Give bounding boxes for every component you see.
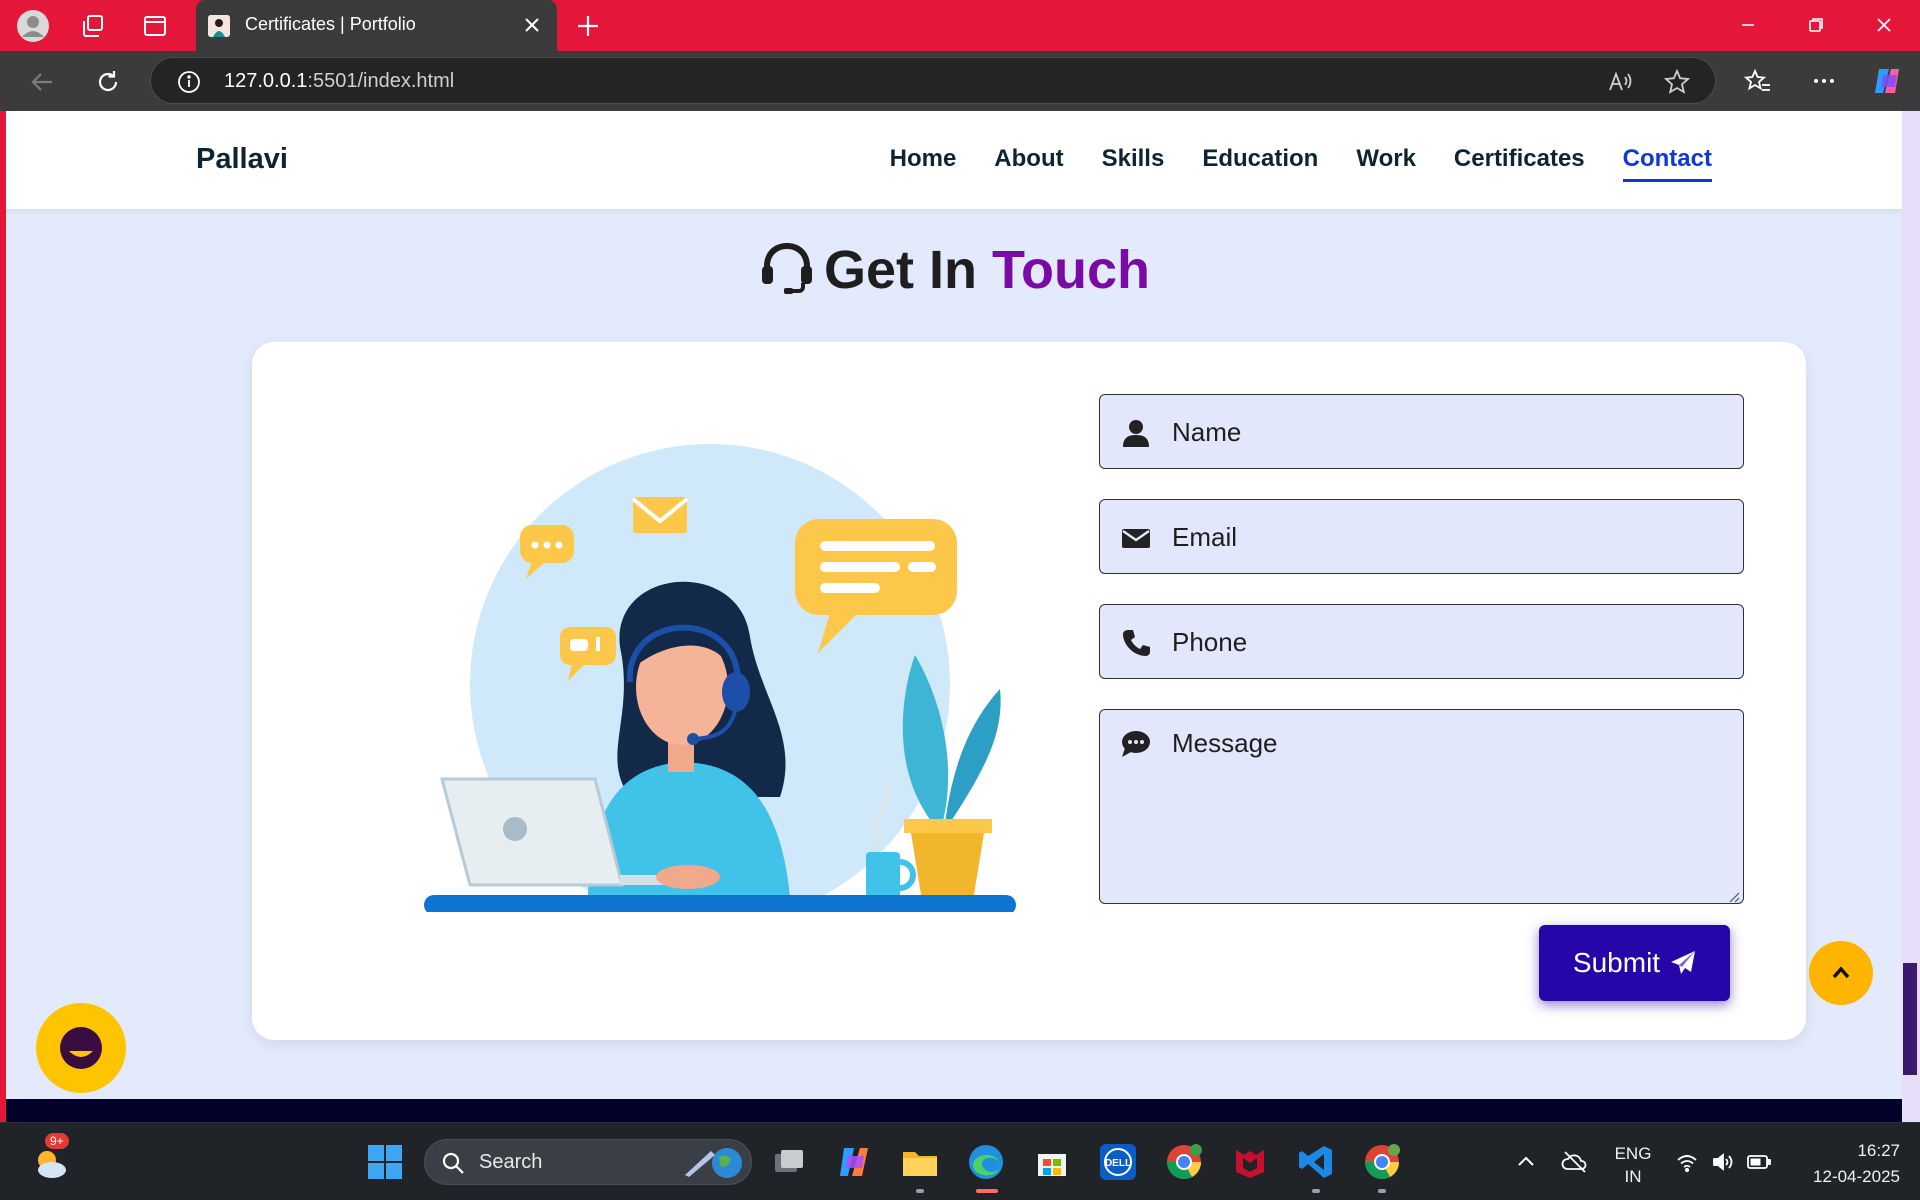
phone-placeholder: Phone [1172, 627, 1248, 657]
section-heading: Get In Touch [6, 239, 1902, 303]
favorite-star-icon[interactable] [1663, 68, 1691, 96]
nav-work[interactable]: Work [1356, 145, 1416, 182]
envelope-icon [1120, 522, 1152, 554]
site-nav: Home About Skills Education Work Certifi… [890, 145, 1712, 182]
message-field[interactable]: Message [1099, 709, 1744, 904]
nav-contact[interactable]: Contact [1622, 145, 1712, 182]
chrome-profile-k-icon[interactable] [1162, 1140, 1206, 1184]
running-indicator [1312, 1189, 1320, 1193]
taskbar-search[interactable]: Search [424, 1139, 752, 1185]
chrome-profile-p-icon[interactable] [1360, 1140, 1404, 1184]
onedrive-offline-icon[interactable] [1553, 1140, 1597, 1184]
phone-icon [1120, 627, 1152, 659]
site-info-icon[interactable] [176, 69, 202, 95]
restore-icon[interactable] [1788, 8, 1844, 42]
submit-label: Submit [1572, 947, 1661, 978]
url-text: 127.0.0.1:5501/index.html [224, 70, 455, 92]
comment-dots-icon [1120, 728, 1152, 760]
email-placeholder: Email [1172, 522, 1238, 552]
site-header: Pallavi Home About Skills Education Work… [6, 111, 1902, 209]
read-aloud-icon[interactable] [1606, 68, 1634, 96]
paper-plane-icon [1671, 951, 1696, 974]
name-placeholder: Name [1172, 417, 1242, 447]
site-brand[interactable]: Pallavi [196, 143, 288, 176]
message-placeholder: Message [1172, 728, 1278, 758]
microsoft-store-icon[interactable] [1030, 1140, 1074, 1184]
dell-icon[interactable]: DELL [1096, 1140, 1140, 1184]
favorites-icon[interactable] [1741, 64, 1775, 98]
task-view-icon[interactable] [767, 1140, 811, 1184]
windows-start-icon[interactable] [363, 1140, 407, 1184]
scroll-to-top-button[interactable] [1809, 941, 1873, 1005]
browser-tab-bar: Certificates | Portfolio [0, 0, 1920, 51]
file-explorer-icon[interactable] [898, 1140, 942, 1184]
scrollbar-thumb[interactable] [1903, 963, 1917, 1075]
running-indicator [916, 1189, 924, 1193]
show-hidden-icons-chevron-up-icon[interactable] [1504, 1140, 1548, 1184]
svg-text:DELL: DELL [1105, 1158, 1131, 1169]
battery-icon[interactable] [1737, 1140, 1781, 1184]
headset-icon [758, 239, 816, 297]
more-options-icon[interactable] [1807, 64, 1841, 98]
language-bottom[interactable]: IN [1612, 1167, 1654, 1187]
edge-browser-icon[interactable] [964, 1140, 1008, 1184]
phone-field[interactable]: Phone [1099, 604, 1744, 679]
refresh-icon[interactable] [90, 64, 126, 100]
close-window-icon[interactable] [1856, 8, 1912, 42]
support-agent-illustration [424, 444, 1016, 912]
chatbot-launcher[interactable] [36, 1003, 126, 1093]
chat-face-icon [60, 1027, 102, 1069]
back-arrow-icon[interactable] [24, 64, 60, 100]
submit-button[interactable]: Submit [1539, 925, 1730, 1001]
running-indicator [1378, 1189, 1386, 1193]
search-placeholder: Search [479, 1151, 543, 1173]
heading-highlight: Touch [992, 240, 1150, 300]
copilot-taskbar-icon[interactable] [832, 1140, 876, 1184]
clock-time[interactable]: 16:27 [1790, 1141, 1900, 1161]
close-tab-icon[interactable] [519, 12, 545, 38]
heading-plain: Get In [824, 240, 978, 300]
nav-certificates[interactable]: Certificates [1454, 145, 1585, 182]
contact-card: Name Email Phone Message Submit [252, 342, 1806, 1040]
tab-actions-icon[interactable] [138, 9, 172, 43]
weather-badge: 9+ [45, 1133, 69, 1149]
profile-icon[interactable] [16, 9, 50, 43]
tab-title: Certificates | Portfolio [245, 14, 416, 34]
web-page: Pallavi Home About Skills Education Work… [6, 111, 1902, 1122]
site-favicon-icon [208, 15, 230, 37]
nav-education[interactable]: Education [1202, 145, 1318, 182]
mcafee-icon[interactable] [1228, 1140, 1272, 1184]
browser-toolbar: 127.0.0.1:5501/index.html [0, 51, 1920, 111]
search-icon [442, 1152, 464, 1174]
tab-certificates[interactable]: Certificates | Portfolio [196, 0, 557, 51]
nav-skills[interactable]: Skills [1102, 145, 1165, 182]
chevron-up-icon [1832, 966, 1850, 979]
clock-date[interactable]: 12-04-2025 [1790, 1167, 1900, 1187]
active-indicator [976, 1189, 998, 1193]
minimize-icon[interactable] [1720, 8, 1776, 42]
name-field[interactable]: Name [1099, 394, 1744, 469]
user-icon [1120, 417, 1152, 449]
footer-strip [6, 1099, 1902, 1122]
address-bar[interactable]: 127.0.0.1:5501/index.html [150, 57, 1716, 104]
language-top[interactable]: ENG [1612, 1144, 1654, 1164]
workspaces-icon[interactable] [76, 9, 110, 43]
nav-about[interactable]: About [994, 145, 1063, 182]
search-highlight-icon [685, 1148, 742, 1178]
copilot-icon[interactable] [1870, 64, 1904, 98]
new-tab-icon[interactable] [572, 10, 604, 42]
vscode-icon[interactable] [1294, 1140, 1338, 1184]
email-field[interactable]: Email [1099, 499, 1744, 574]
resize-handle-icon[interactable] [1728, 888, 1740, 903]
nav-home[interactable]: Home [890, 145, 957, 182]
windows-taskbar: 9+ Search DELL ENG IN 16:27 12-04-2025 [0, 1122, 1920, 1200]
